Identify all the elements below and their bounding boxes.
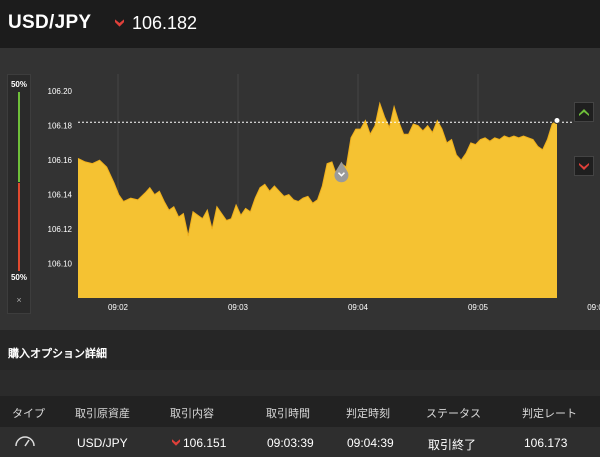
content-value: 106.151 <box>183 436 227 450</box>
high-button[interactable] <box>574 102 594 122</box>
y-tick-label: 106.18 <box>48 122 73 131</box>
judge-rate-cell: 106.173 <box>524 436 568 450</box>
asset-cell: USD/JPY <box>77 436 128 450</box>
y-tick-label: 106.20 <box>48 87 73 96</box>
current-rate: 106.182 <box>132 13 198 33</box>
trade-time-cell: 09:03:39 <box>267 436 314 450</box>
y-tick-label: 106.12 <box>48 225 73 234</box>
status-cell: 取引終了 <box>428 438 477 452</box>
header-bar: USD/JPY 106.182 <box>0 0 600 48</box>
chevron-up-icon <box>579 109 589 116</box>
currency-pair-title: USD/JPY <box>8 12 92 33</box>
down-arrow-icon <box>172 439 180 446</box>
table-row[interactable]: USD/JPY 106.151 09:03:39 09:04:39 取引終了 1… <box>0 427 600 457</box>
judge-time-cell: 09:04:39 <box>347 436 394 450</box>
y-tick-label: 106.10 <box>48 260 73 269</box>
x-tick-label: 09:04 <box>348 303 369 312</box>
purchase-options-section-header: 購入オプション詳細 <box>0 330 600 370</box>
low-button[interactable] <box>574 156 594 176</box>
price-chart: 106.20 106.18 106.16 106.14 106.12 106.10 09:0… <box>48 74 600 312</box>
x-tick-label: 09:03 <box>228 303 249 312</box>
x-tick-label: 09:05 <box>468 303 489 312</box>
down-arrow-icon <box>115 19 124 27</box>
column-header-trade-time: 取引時間 <box>266 408 310 420</box>
x-tick-label: 09:0 <box>587 303 600 312</box>
column-header-judge-time: 判定時刻 <box>346 408 390 420</box>
chevron-down-icon <box>579 163 589 170</box>
content-cell: 106.151 <box>172 436 226 450</box>
chart-panel: 50% 50% × 106.20 106.18 106.16 106.14 106.12… <box>0 48 600 330</box>
table-header-row: タイプ 取引原資産 取引内容 取引時間 判定時刻 ステータス 判定レート <box>0 396 600 427</box>
column-header-status: ステータス <box>426 408 481 420</box>
column-header-type: タイプ <box>12 408 45 420</box>
gauge-icon <box>15 436 35 447</box>
x-tick-label: 09:02 <box>108 303 129 312</box>
current-price-point <box>553 117 561 125</box>
column-header-judge-rate: 判定レート <box>522 408 577 420</box>
section-title: 購入オプション詳細 <box>8 348 107 360</box>
column-header-asset: 取引原資産 <box>75 408 130 420</box>
y-tick-label: 106.16 <box>48 156 73 165</box>
column-header-content: 取引内容 <box>170 408 214 420</box>
y-tick-label: 106.14 <box>48 191 73 200</box>
